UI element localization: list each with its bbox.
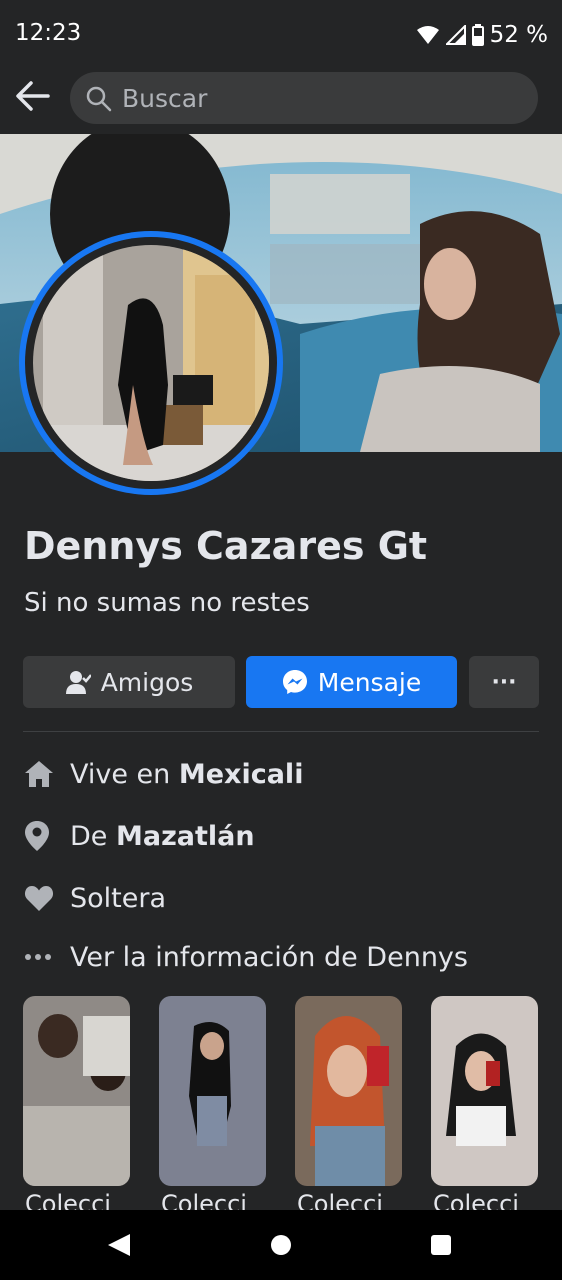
messenger-icon [282,670,307,694]
from-city[interactable]: Mazatlán [116,821,255,852]
signal-icon [445,25,466,45]
nav-back-icon[interactable] [107,1233,131,1257]
collection-thumbnail-2[interactable] [159,996,266,1186]
info-from: De Mazatlán [24,816,255,856]
system-nav-bar [0,1210,562,1280]
battery-level: 52 % [489,22,548,48]
more-button[interactable]: ··· [469,656,539,708]
wifi-icon [416,26,439,44]
more-dots-icon: ··· [491,669,517,695]
search-placeholder: Buscar [122,84,208,113]
friends-label: Amigos [100,667,194,697]
home-icon [25,761,53,787]
info-see-more[interactable]: Ver la información de Dennys [24,937,468,977]
info-relationship: Soltera [24,878,166,918]
info-lives-in: Vive en Mexicali [24,754,303,794]
heart-icon [24,886,54,911]
more-dots-icon [25,954,51,960]
see-more-label: Ver la información de Dennys [70,941,468,973]
add-friend-icon [65,671,91,694]
back-button[interactable] [14,80,54,116]
lives-city[interactable]: Mexicali [179,759,304,790]
search-icon [86,86,112,112]
profile-name: Dennys Cazares Gt [24,524,428,568]
top-bar: Buscar [0,68,562,130]
profile-photo [33,245,269,481]
battery-icon [471,24,484,46]
collection-thumbnail-3[interactable] [295,996,402,1186]
back-arrow-icon [16,81,50,111]
from-prefix: De [70,820,116,852]
location-pin-icon [25,821,49,851]
status-time: 12:23 [15,20,82,46]
search-input[interactable]: Buscar [70,72,538,124]
nav-recents-icon[interactable] [430,1234,452,1256]
nav-home-icon[interactable] [270,1234,292,1256]
message-button[interactable]: Mensaje [246,656,457,708]
divider [23,731,539,732]
profile-picture[interactable] [19,231,283,495]
profile-bio: Si no sumas no restes [24,588,310,618]
collection-thumbnail-4[interactable] [431,996,538,1186]
system-icons: 52 % [416,20,548,50]
relationship-status: Soltera [70,882,167,914]
friends-button[interactable]: Amigos [23,656,235,708]
status-bar: 12:23 52 % [0,0,562,68]
collection-thumbnail-1[interactable] [23,996,130,1186]
lives-prefix: Vive en [70,758,179,790]
message-label: Mensaje [317,667,422,697]
